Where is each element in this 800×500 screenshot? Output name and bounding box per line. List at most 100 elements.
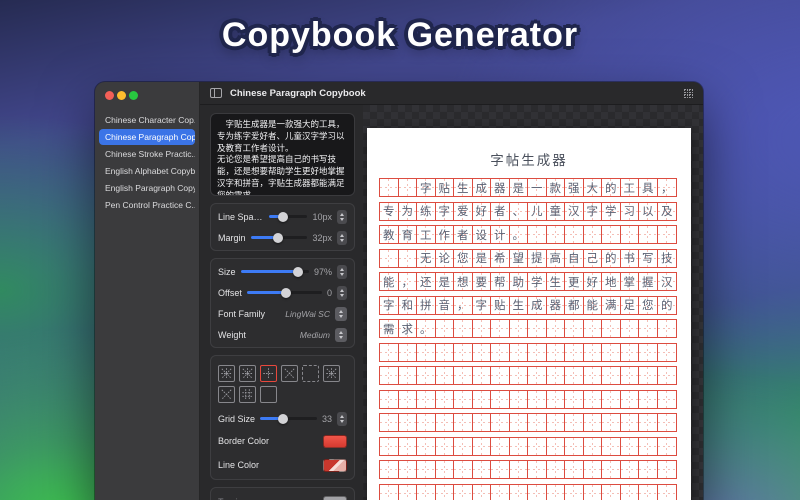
- line-spacing-stepper[interactable]: [337, 209, 347, 224]
- grid-style-button-mi-0[interactable]: [218, 365, 235, 382]
- grid-size-slider[interactable]: [260, 413, 317, 424]
- grid-cell: [546, 414, 565, 431]
- size-slider[interactable]: [240, 266, 309, 277]
- grid-cell: 自: [565, 249, 584, 267]
- grid-cell: [380, 367, 399, 384]
- grid-style-button-empty-8[interactable]: [260, 386, 277, 403]
- grid-cell: [380, 343, 399, 361]
- grid-cell: [657, 320, 676, 337]
- grid-cell: [583, 414, 602, 431]
- window-title: Chinese Paragraph Copybook: [230, 87, 366, 99]
- grid-cell: 希: [491, 249, 510, 267]
- grid-cell: 的: [602, 249, 621, 267]
- description-textarea[interactable]: 字贴生成器是一款强大的工具，专为练字爱好者、儿童汉字学习以及教育工作者设计。 无…: [210, 113, 355, 196]
- weight-label: Weight: [218, 329, 246, 340]
- grid-cell: [546, 320, 565, 337]
- page-title: 字帖生成器: [490, 153, 568, 169]
- grid-cell: 望: [509, 249, 528, 267]
- border-color-swatch[interactable]: [323, 434, 347, 448]
- grid-cell: 帮: [491, 273, 510, 290]
- grid-cell: [657, 390, 676, 408]
- line-color-swatch[interactable]: [323, 458, 347, 472]
- grid-style-button-mi-1[interactable]: [239, 365, 256, 382]
- grid-cell: 满: [602, 296, 621, 314]
- tracing-swatch[interactable]: [323, 495, 347, 500]
- grid-cell: 一: [528, 179, 547, 196]
- grid-cell: [565, 461, 584, 478]
- close-button[interactable]: [105, 91, 114, 100]
- grid-style-button-diag-6[interactable]: [218, 386, 235, 403]
- grid-row: 需求。: [379, 319, 677, 338]
- font-family-dropdown[interactable]: [335, 306, 347, 321]
- grid-cell: [454, 461, 473, 478]
- grid-style-button-nine-7[interactable]: [239, 386, 256, 403]
- grid-style-button-cross-2[interactable]: [260, 365, 277, 382]
- grid-cell: [435, 367, 454, 384]
- font-family-value: LingWai SC: [285, 308, 330, 319]
- grid-cell: 工: [417, 226, 436, 243]
- sidebar-toggle-icon[interactable]: [210, 88, 222, 98]
- sidebar-item-1[interactable]: Chinese Paragraph Cop...: [99, 129, 195, 145]
- grid-cell: 生: [546, 273, 565, 290]
- grid-style-button-box-dashed-4[interactable]: [302, 365, 319, 382]
- grid-cell: 为: [398, 202, 417, 220]
- grid-style-button-diag-3[interactable]: [281, 365, 298, 382]
- grid-cell: [398, 343, 417, 361]
- grid-cell: 提: [528, 249, 547, 267]
- grid-cell: [639, 226, 658, 243]
- grid-cell: [565, 390, 584, 408]
- offset-stepper[interactable]: [337, 285, 347, 300]
- grid-cell: [398, 249, 417, 267]
- grid-view-icon[interactable]: [684, 88, 693, 98]
- grid-cell: 以: [639, 202, 658, 220]
- weight-row: Weight Medium: [211, 324, 354, 345]
- size-stepper[interactable]: [337, 264, 347, 279]
- offset-slider[interactable]: [246, 287, 322, 298]
- grid-cell: [417, 461, 436, 478]
- sidebar-item-4[interactable]: English Paragraph Copy...: [99, 180, 195, 196]
- grid-row: 无论您是希望提高自己的书写技: [379, 248, 677, 268]
- weight-dropdown[interactable]: [335, 327, 347, 342]
- window-main: Chinese Paragraph Copybook 字贴生成器是一款强大的工具…: [200, 82, 703, 500]
- grid-cell: [583, 390, 602, 408]
- grid-cell: 计: [491, 226, 510, 243]
- grid-cell: [620, 367, 639, 384]
- grid-cell: [435, 437, 454, 455]
- grid-cell: [417, 484, 436, 500]
- sidebar-item-3[interactable]: English Alphabet Copyb...: [99, 163, 195, 179]
- grid-cell: [472, 461, 491, 478]
- sidebar: Chinese Character Cop... Chinese Paragrap…: [95, 82, 200, 500]
- grid-cell: [509, 437, 528, 455]
- grid-cell: 还: [417, 273, 436, 290]
- grid-cell: 大: [583, 179, 602, 196]
- grid-cell: [546, 367, 565, 384]
- grid-row: [379, 460, 677, 479]
- grid-cell: [546, 484, 565, 500]
- minimize-button[interactable]: [117, 91, 126, 100]
- grid-cell: [435, 390, 454, 408]
- margin-slider[interactable]: [250, 232, 308, 243]
- grid-cell: [509, 414, 528, 431]
- grid-cell: 是: [472, 249, 491, 267]
- line-spacing-slider[interactable]: [269, 211, 308, 222]
- grid-cell: [528, 484, 547, 500]
- grid-cell: 教: [380, 226, 399, 243]
- sidebar-item-5[interactable]: Pen Control Practice C...: [99, 197, 195, 213]
- grid-size-stepper[interactable]: [337, 411, 347, 426]
- control-panel: 字贴生成器是一款强大的工具，专为练字爱好者、儿童汉字学习以及教育工作者设计。 无…: [200, 105, 363, 500]
- grid-cell: [380, 179, 399, 196]
- zoom-button[interactable]: [129, 91, 138, 100]
- grid-cell: 写: [639, 249, 658, 267]
- grid-cell: [546, 390, 565, 408]
- grid-size-row: Grid Size 33: [211, 408, 354, 429]
- sidebar-list: Chinese Character Cop... Chinese Paragrap…: [95, 112, 199, 213]
- grid-cell: 握: [639, 273, 658, 290]
- grid-cell: [380, 414, 399, 431]
- sidebar-item-2[interactable]: Chinese Stroke Practic...: [99, 146, 195, 162]
- grid-cell: [565, 226, 584, 243]
- sidebar-item-0[interactable]: Chinese Character Cop...: [99, 112, 195, 128]
- grid-style-button-mi-5[interactable]: [323, 365, 340, 382]
- grid-cell: 儿: [528, 202, 547, 220]
- margin-stepper[interactable]: [337, 230, 347, 245]
- grid-cell: 。: [417, 320, 436, 337]
